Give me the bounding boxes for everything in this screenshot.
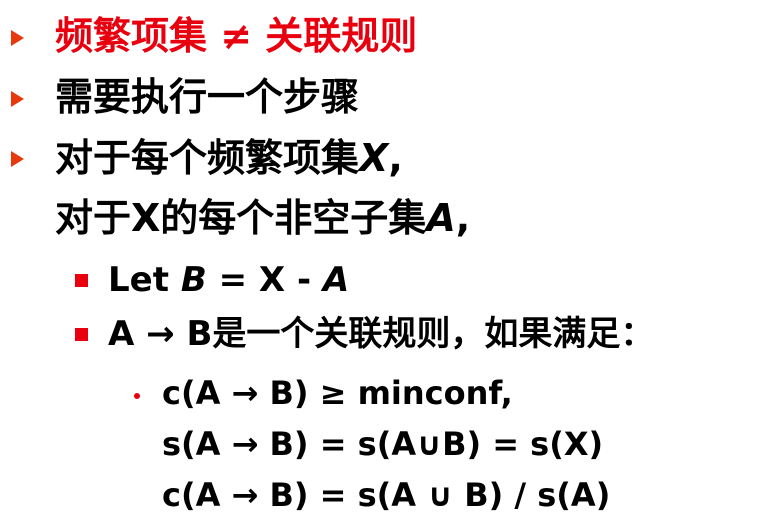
bullet-arrow-icon xyxy=(11,91,24,107)
variable-a: A xyxy=(426,196,456,240)
line-4: 对于X的每个非空子集A, xyxy=(55,199,470,237)
line-text: 需要执行一个步骤 xyxy=(55,75,360,119)
line-text: s(A → B) = s(A∪B) = s(X) xyxy=(162,425,604,463)
line-9: c(A → B) = s(A ∪ B) / s(A) xyxy=(162,479,610,511)
line-text: 频繁项集 ≠ 关联规则 xyxy=(55,14,418,58)
line-5: Let B = X - A xyxy=(108,263,349,297)
line-text: 对于X的每个非空子集 xyxy=(55,196,427,240)
bullet-dot-icon xyxy=(134,393,140,399)
line-3: 对于每个频繁项集X, xyxy=(55,139,403,177)
variable-a: A xyxy=(322,260,350,300)
line-7: c(A → B) ≥ minconf, xyxy=(162,377,513,409)
line-text: c(A → B) = s(A ∪ B) / s(A) xyxy=(162,476,611,514)
variable-b: B xyxy=(180,260,207,300)
line-text-end: , xyxy=(388,136,403,180)
bullet-arrow-icon xyxy=(11,30,24,46)
variable-x: X xyxy=(359,136,389,180)
line-text: A → B是一个关联规则，如果满足： xyxy=(108,314,655,354)
line-text-mid: = X - xyxy=(206,260,323,300)
line-2: 需要执行一个步骤 xyxy=(55,78,359,116)
line-text-end: , xyxy=(455,196,471,240)
bullet-square-icon xyxy=(75,328,88,341)
bullet-square-icon xyxy=(75,274,88,287)
heading-line-1: 频繁项集 ≠ 关联规则 xyxy=(55,17,417,55)
bullet-arrow-icon xyxy=(11,151,24,167)
line-8: s(A → B) = s(A∪B) = s(X) xyxy=(162,428,603,460)
line-text: 对于每个频繁项集 xyxy=(55,136,360,180)
line-6: A → B是一个关联规则，如果满足： xyxy=(108,317,654,351)
line-text: Let xyxy=(108,260,181,300)
line-text: c(A → B) ≥ minconf, xyxy=(162,374,513,412)
